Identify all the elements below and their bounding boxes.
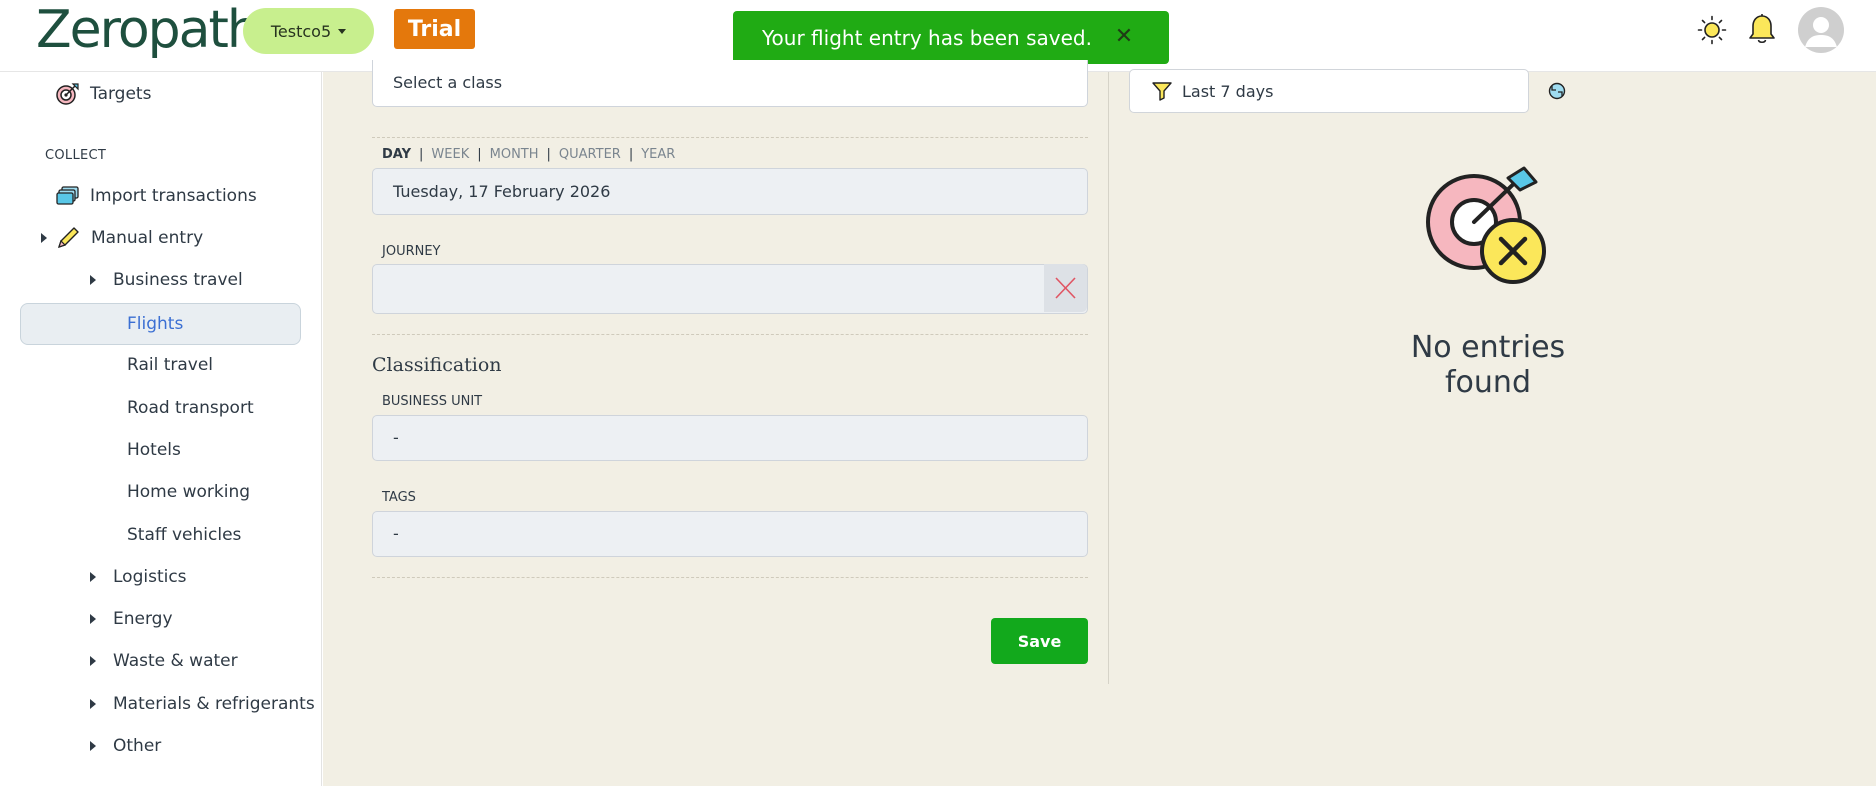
- sidebar-item-waste-water[interactable]: Waste & water: [90, 641, 238, 681]
- divider: [372, 577, 1088, 578]
- bell-icon[interactable]: [1746, 13, 1778, 47]
- pencil-icon: [58, 227, 79, 248]
- app-root: Zeropath Testco5 Trial Your flight entry…: [0, 0, 1876, 786]
- refresh-icon[interactable]: [1546, 80, 1568, 102]
- target-miss-icon: [1426, 166, 1546, 284]
- sidebar-item-flights[interactable]: Flights: [127, 304, 183, 344]
- expand-arrow-icon: [90, 656, 96, 666]
- sidebar-label-home-working: Home working: [127, 482, 251, 502]
- expand-arrow-icon: [90, 741, 96, 751]
- sidebar-label-road-transport: Road transport: [127, 398, 254, 418]
- sidebar-label-targets: Targets: [90, 84, 152, 104]
- sidebar-item-rail-travel[interactable]: Rail travel: [127, 345, 213, 385]
- panel-divider: [1108, 72, 1109, 684]
- date-field[interactable]: Tuesday, 17 February 2026: [372, 168, 1088, 215]
- sidebar-label-logistics: Logistics: [113, 567, 187, 587]
- sun-icon[interactable]: [1697, 15, 1727, 45]
- close-icon[interactable]: ✕: [1112, 25, 1136, 49]
- date-range-filter[interactable]: Last 7 days: [1129, 69, 1529, 113]
- stack-icon: [56, 186, 79, 205]
- period-week-tab[interactable]: WEEK: [431, 147, 469, 162]
- tags-value: -: [393, 524, 399, 543]
- sidebar-label-rail-travel: Rail travel: [127, 355, 214, 375]
- clear-journey-button[interactable]: [1044, 264, 1087, 312]
- date-value: Tuesday, 17 February 2026: [393, 182, 611, 201]
- expand-arrow-icon: [90, 699, 96, 709]
- journey-input[interactable]: [372, 264, 1088, 314]
- period-month-tab[interactable]: MONTH: [490, 147, 539, 162]
- period-day-tab[interactable]: DAY: [382, 147, 411, 162]
- sidebar-item-targets[interactable]: Targets: [54, 74, 151, 114]
- sidebar-label-manual-entry: Manual entry: [91, 228, 204, 248]
- expand-arrow-icon: [90, 614, 96, 624]
- sidebar-item-energy[interactable]: Energy: [90, 599, 173, 639]
- success-toast: Your flight entry has been saved. ✕: [733, 11, 1169, 64]
- close-icon: [1055, 277, 1076, 299]
- sidebar-label-waste-water: Waste & water: [113, 651, 238, 671]
- trial-badge[interactable]: Trial: [394, 9, 475, 49]
- period-selector: DAY | WEEK | MONTH | QUARTER | YEAR: [382, 147, 676, 162]
- filter-icon: [1152, 82, 1172, 101]
- sidebar-label-other: Other: [113, 736, 162, 756]
- user-icon: [1805, 17, 1837, 47]
- filter-value: Last 7 days: [1182, 81, 1274, 101]
- sidebar-item-other[interactable]: Other: [90, 726, 161, 766]
- sidebar-label-staff-vehicles: Staff vehicles: [127, 525, 242, 545]
- period-year-tab[interactable]: YEAR: [641, 147, 675, 162]
- class-select-value: Select a class: [393, 73, 503, 92]
- sidebar-item-hotels[interactable]: Hotels: [127, 430, 181, 470]
- sidebar-label-import: Import transactions: [90, 186, 257, 206]
- sidebar-item-logistics[interactable]: Logistics: [90, 557, 187, 597]
- tags-select[interactable]: -: [372, 511, 1088, 557]
- expand-arrow-icon: [90, 572, 96, 582]
- sidebar-item-business-travel[interactable]: Business travel: [90, 260, 243, 300]
- tags-label: TAGS: [382, 490, 416, 505]
- section-title-collect: COLLECT: [45, 148, 107, 163]
- toast-message: Your flight entry has been saved.: [762, 25, 1092, 50]
- sidebar-item-manual-entry[interactable]: Manual entry: [41, 218, 203, 258]
- divider: [372, 334, 1088, 335]
- organisation-label: Testco5: [270, 21, 332, 41]
- sidebar-item-import-transactions[interactable]: Import transactions: [56, 176, 257, 216]
- divider: [372, 137, 1088, 138]
- user-avatar[interactable]: [1798, 7, 1844, 53]
- caret-down-icon: [338, 28, 347, 34]
- sidebar-label-flights: Flights: [127, 314, 184, 334]
- sidebar: Targets COLLECT Import transactions Manu…: [4, 72, 322, 786]
- class-select[interactable]: Select a class: [372, 60, 1088, 107]
- organisation-switcher[interactable]: Testco5: [243, 8, 374, 54]
- business-unit-select[interactable]: -: [372, 415, 1088, 461]
- expand-arrow-icon: [41, 233, 47, 243]
- zeropath-logo[interactable]: Zeropath: [36, 0, 260, 60]
- save-button[interactable]: Save: [991, 618, 1088, 664]
- sidebar-item-staff-vehicles[interactable]: Staff vehicles: [127, 515, 241, 555]
- empty-state-message: No entries found: [1410, 330, 1566, 400]
- sidebar-label-materials: Materials & refrigerants: [113, 694, 315, 714]
- sidebar-label-energy: Energy: [113, 609, 173, 629]
- classification-heading: Classification: [372, 354, 502, 376]
- sidebar-label-hotels: Hotels: [127, 440, 181, 460]
- business-unit-label: BUSINESS UNIT: [382, 394, 483, 409]
- expand-arrow-icon: [90, 275, 96, 285]
- target-icon: [56, 83, 79, 105]
- business-unit-value: -: [393, 428, 399, 447]
- journey-label: JOURNEY: [382, 244, 441, 259]
- sidebar-label-business-travel: Business travel: [113, 270, 243, 290]
- sidebar-item-road-transport[interactable]: Road transport: [127, 388, 254, 428]
- sidebar-item-materials-refrigerants[interactable]: Materials & refrigerants: [90, 684, 315, 724]
- sidebar-item-home-working[interactable]: Home working: [127, 472, 250, 512]
- period-quarter-tab[interactable]: QUARTER: [559, 147, 621, 162]
